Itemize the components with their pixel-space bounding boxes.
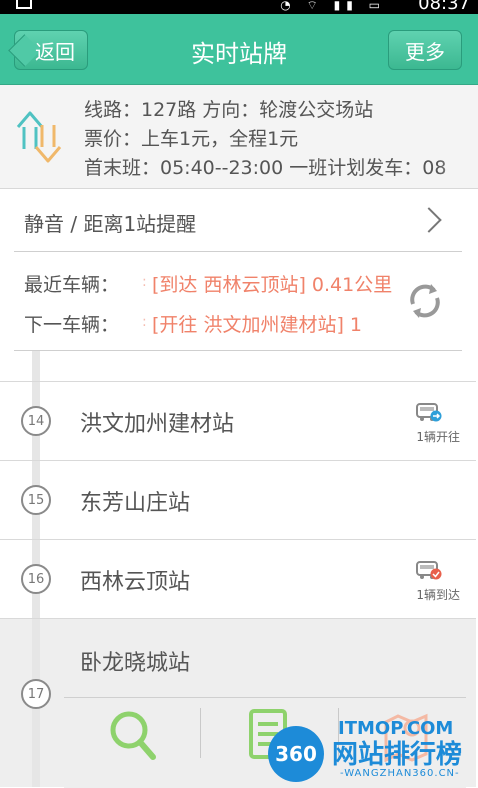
stop-number: 15 — [21, 485, 51, 515]
stop-number: 14 — [21, 406, 51, 436]
route-info-panel: 线路：127路 方向：轮渡公交场站 票价：上车1元，全程1元 首末班：05:40… — [0, 85, 478, 189]
bus-status: 1辆开往 — [416, 430, 460, 444]
next-vehicle-value: [开往 洪文加州建材站] 1 — [152, 314, 362, 336]
next-vehicle-label: 下一车辆： — [24, 314, 120, 336]
notify-setting-row[interactable]: 静音 / 距离1站提醒 — [14, 196, 462, 252]
route-fare: 票价：上车1元，全程1元 — [84, 128, 299, 150]
notify-label: 静音 / 距离1站提醒 — [24, 212, 197, 236]
bus-status: 1辆到达 — [416, 588, 460, 602]
route-schedule: 首末班：05:40--23:00 一班计划发车：08 — [84, 157, 447, 179]
stop-row-15[interactable]: 15 东芳山庄站 — [0, 461, 476, 540]
stop-row-14[interactable]: 14 洪文加州建材站 1辆开往 — [0, 382, 476, 461]
bus-arrived-icon — [416, 561, 442, 580]
route-line-direction: 线路：127路 方向：轮渡公交场站 — [84, 99, 374, 121]
watermark-brand: 网站排行榜 — [332, 740, 463, 770]
watermark-sub: -WANGZHAN360.CN- — [340, 768, 460, 779]
stop-row-16[interactable]: 16 西林云顶站 1辆到达 — [0, 540, 476, 619]
chevron-right-icon — [416, 207, 442, 233]
swap-direction-icon[interactable] — [10, 105, 66, 169]
stop-name: 西林云顶站 — [80, 570, 191, 595]
stop-number: 16 — [21, 564, 51, 594]
app-header: 返回 实时站牌 更多 — [0, 14, 478, 85]
nearest-vehicle-label: 最近车辆： — [24, 274, 120, 296]
stop-name: 卧龙晓城站 — [80, 651, 191, 676]
status-time: 08:37 — [418, 0, 470, 14]
watermark-circle: 360 — [268, 726, 324, 782]
stop-name: 洪文加州建材站 — [80, 412, 235, 437]
bus-departing-icon — [416, 403, 442, 422]
search-icon[interactable] — [108, 708, 158, 762]
stop-name: 东芳山庄站 — [80, 491, 191, 516]
stop-number: 17 — [21, 679, 51, 709]
nearest-vehicle-value: [到达 西林云顶站] 0.41公里 — [152, 274, 393, 296]
notification-icon — [16, 0, 32, 9]
more-button[interactable]: 更多 — [388, 30, 462, 70]
status-icons: ◔ ⌔ ▮▮ ▭ — [280, 0, 386, 12]
vehicle-info-panel: 最近车辆： : [到达 西林云顶站] 0.41公里 下一车辆： : [开往 洪文… — [14, 252, 462, 351]
watermark-logo: 360 ITMOP.COM 网站排行榜 -WANGZHAN360.CN- — [262, 718, 478, 784]
status-bar: ◔ ⌔ ▮▮ ▭ 08:37 — [0, 0, 478, 14]
refresh-icon[interactable] — [404, 280, 446, 322]
list-item — [0, 351, 476, 382]
